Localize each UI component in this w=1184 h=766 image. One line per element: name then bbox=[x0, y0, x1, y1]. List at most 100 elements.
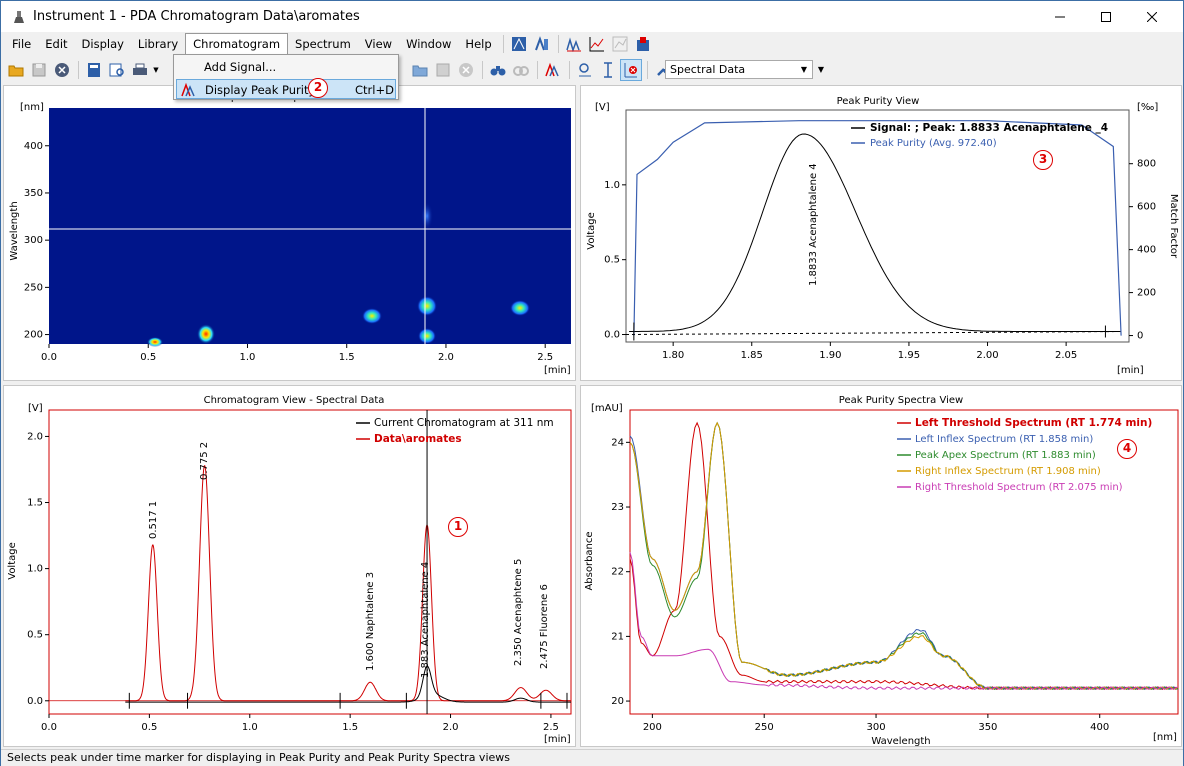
purity-y-right-tick-label: 200 bbox=[1137, 288, 1156, 299]
purity-legend-signal: Signal: ; Peak: 1.8833 Acenaphtalene _4 bbox=[870, 122, 1108, 134]
save-gray-icon[interactable] bbox=[432, 59, 454, 81]
purity-x-tick-label: 1.90 bbox=[819, 350, 841, 361]
purity-y-unit-left: [V] bbox=[595, 102, 610, 113]
chromatogram-pane[interactable]: Chromatogram View - Spectral Data [V] Vo… bbox=[3, 385, 576, 747]
chromatogram-plot-area bbox=[48, 409, 572, 715]
purity-y-right-tick-label: 800 bbox=[1137, 159, 1156, 170]
menu-window[interactable]: Window bbox=[399, 33, 458, 55]
menu-file[interactable]: File bbox=[5, 33, 38, 55]
purity-y-right-tick-label: 600 bbox=[1137, 202, 1156, 213]
isoplot-x-unit: [min] bbox=[544, 365, 571, 376]
purity-y-label-right: Match Factor bbox=[1168, 194, 1179, 259]
open-folder-icon[interactable] bbox=[409, 59, 431, 81]
chromatogram-x-tick-label: 0.5 bbox=[141, 722, 157, 733]
chromatogram-x-tick-label: 0.0 bbox=[41, 722, 57, 733]
menu-chromatogram[interactable]: Chromatogram bbox=[185, 33, 289, 55]
minimize-button[interactable] bbox=[1037, 1, 1083, 32]
spectra-x-tick-label: 400 bbox=[1090, 722, 1109, 733]
peaks-icon[interactable] bbox=[563, 33, 585, 55]
peak-label: 1.883 Acenaphtalene 4 bbox=[420, 562, 431, 678]
isoplot-y-tick-label: 350 bbox=[24, 188, 43, 199]
spectra-pane[interactable]: Peak Purity Spectra View [mAU] Absorbanc… bbox=[580, 385, 1182, 747]
export-icon[interactable] bbox=[632, 33, 654, 55]
purity-y-left-tick-label: 1.0 bbox=[604, 180, 620, 191]
menu-help[interactable]: Help bbox=[458, 33, 498, 55]
isoplot-x-tick-label: 0.5 bbox=[140, 352, 156, 363]
spectra-legend-item: Right Threshold Spectrum (RT 2.075 min) bbox=[915, 482, 1123, 493]
menu-view[interactable]: View bbox=[358, 33, 399, 55]
display-peak-purity-toggle-icon[interactable] bbox=[620, 59, 642, 81]
chart-icon[interactable] bbox=[586, 33, 608, 55]
chromatogram-chart[interactable]: Chromatogram View - Spectral Data [V] Vo… bbox=[4, 386, 575, 746]
data-source-select[interactable]: Spectral Data ▼ bbox=[665, 60, 813, 79]
purity-x-tick-label: 2.05 bbox=[1055, 350, 1077, 361]
isoplot-y-unit: [nm] bbox=[20, 102, 44, 113]
remove-icon[interactable] bbox=[455, 59, 477, 81]
purity-y-right-tick-label: 400 bbox=[1137, 245, 1156, 256]
spectra-chart[interactable]: Peak Purity Spectra View [mAU] Absorbanc… bbox=[581, 386, 1181, 747]
isoplot-y-tick-label: 400 bbox=[24, 141, 43, 152]
zoom-spectrum-icon[interactable] bbox=[574, 59, 596, 81]
compare-icon[interactable] bbox=[609, 33, 631, 55]
menu-add-signal[interactable]: Add Signal... bbox=[176, 57, 396, 77]
isoplot-chart[interactable]: Isoplot View - Spectral Data [nm] Wavele… bbox=[4, 86, 575, 380]
spectra-legend-item: Peak Apex Spectrum (RT 1.883 min) bbox=[915, 450, 1096, 461]
purity-x-unit: [min] bbox=[1117, 365, 1144, 376]
peak-label: 0.775 2 bbox=[199, 442, 210, 480]
menu-spectrum[interactable]: Spectrum bbox=[288, 33, 358, 55]
chromatogram-x-tick-label: 2.0 bbox=[443, 722, 459, 733]
close-button[interactable] bbox=[1129, 1, 1175, 32]
marker-icon[interactable] bbox=[597, 59, 619, 81]
window-title: Instrument 1 - PDA Chromatogram Data\aro… bbox=[33, 9, 360, 24]
status-bar: Selects peak under time marker for displ… bbox=[1, 749, 1183, 766]
isoplot-pane[interactable]: Isoplot View - Spectral Data [nm] Wavele… bbox=[3, 85, 576, 381]
peak-purity-icon[interactable] bbox=[542, 59, 564, 81]
preview-icon[interactable] bbox=[106, 59, 128, 81]
chevron-down-icon: ▼ bbox=[800, 65, 808, 74]
spectra-legend-item: Right Inflex Spectrum (RT 1.908 min) bbox=[915, 466, 1101, 477]
isoplot-canvas bbox=[49, 108, 571, 344]
spectra-legend-item: Left Inflex Spectrum (RT 1.858 min) bbox=[915, 434, 1093, 445]
spectra-y-tick-label: 20 bbox=[611, 696, 624, 707]
spectra-x-tick-label: 250 bbox=[755, 722, 774, 733]
close-icon bbox=[1147, 11, 1157, 22]
isoplot-y-label: Wavelength bbox=[9, 201, 20, 260]
menu-bar: File Edit Display Library Chromatogram S… bbox=[1, 33, 1183, 55]
peak-purity-icon bbox=[181, 82, 195, 97]
isoplot-x-tick-label: 2.5 bbox=[537, 352, 553, 363]
report-icon[interactable] bbox=[508, 33, 530, 55]
callout-2: 2 bbox=[308, 78, 328, 98]
peak-purity-chart[interactable]: Peak Purity View [V] [‰] Voltage Match F… bbox=[581, 86, 1181, 380]
toolbar-overflow-icon[interactable]: ▼ bbox=[815, 60, 827, 79]
spectra-x-unit: [nm] bbox=[1153, 732, 1177, 743]
open-icon[interactable] bbox=[5, 59, 27, 81]
save-icon[interactable] bbox=[28, 59, 50, 81]
chromatogram-menu-dropdown: Add Signal... Display Peak Purity Ctrl+D bbox=[173, 54, 399, 100]
isoplot-y-tick-label: 200 bbox=[24, 330, 43, 341]
binoculars-icon[interactable] bbox=[487, 59, 509, 81]
maximize-button[interactable] bbox=[1083, 1, 1129, 32]
calculator-icon[interactable] bbox=[83, 59, 105, 81]
chromatogram-legend-data: Data\aromates bbox=[374, 433, 462, 445]
spectra-title: Peak Purity Spectra View bbox=[839, 395, 963, 406]
chromatogram-y-tick-label: 0.5 bbox=[27, 630, 43, 641]
spectra-y-unit: [mAU] bbox=[591, 403, 623, 414]
print-icon[interactable] bbox=[129, 59, 151, 81]
purity-x-tick-label: 1.95 bbox=[898, 350, 920, 361]
menu-edit[interactable]: Edit bbox=[38, 33, 74, 55]
print-dropdown-icon[interactable]: ▼ bbox=[152, 59, 160, 81]
close-file-icon[interactable] bbox=[51, 59, 73, 81]
peak-label: 1.600 Naphtalene 3 bbox=[365, 572, 376, 671]
spectra-y-tick-label: 22 bbox=[611, 567, 624, 578]
menu-display[interactable]: Display bbox=[75, 33, 131, 55]
spectra-y-tick-label: 24 bbox=[611, 437, 624, 448]
peak-label: 2.350 Acenaphtene 5 bbox=[513, 559, 524, 666]
menu-library[interactable]: Library bbox=[131, 33, 185, 55]
link-icon[interactable] bbox=[510, 59, 532, 81]
calibration-icon[interactable] bbox=[531, 33, 553, 55]
spectra-legend-item: Left Threshold Spectrum (RT 1.774 min) bbox=[915, 417, 1152, 429]
purity-peak-label: 1.8833 Acenaphtalene 4 bbox=[808, 163, 819, 286]
menu-display-peak-purity[interactable]: Display Peak Purity Ctrl+D bbox=[176, 79, 396, 99]
chromatogram-legend-current: Current Chromatogram at 311 nm bbox=[374, 417, 554, 429]
peak-purity-pane[interactable]: Peak Purity View [V] [‰] Voltage Match F… bbox=[580, 85, 1182, 381]
